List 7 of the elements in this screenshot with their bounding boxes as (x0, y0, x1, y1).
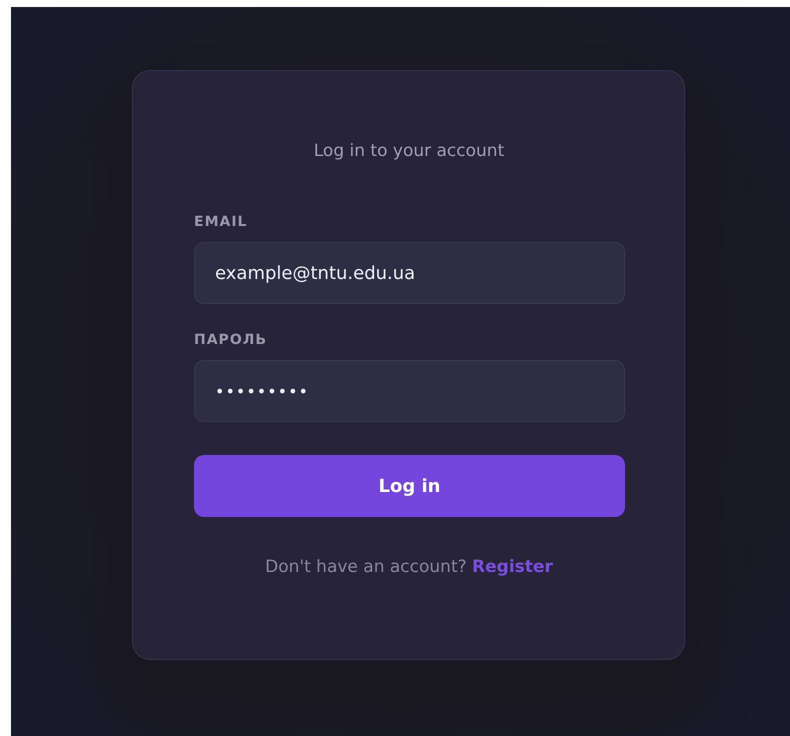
password-field[interactable]: ••••••••• (194, 360, 625, 422)
form-title: Log in to your account (312, 141, 506, 161)
field-label: ПАРОЛЬ (194, 332, 268, 348)
email-field[interactable]: example@tntu.edu.ua (194, 242, 625, 304)
login-button[interactable]: Log in (194, 455, 625, 517)
field-label: EMAIL (194, 214, 248, 230)
register-prompt: Don't have an account? Register (264, 557, 554, 577)
